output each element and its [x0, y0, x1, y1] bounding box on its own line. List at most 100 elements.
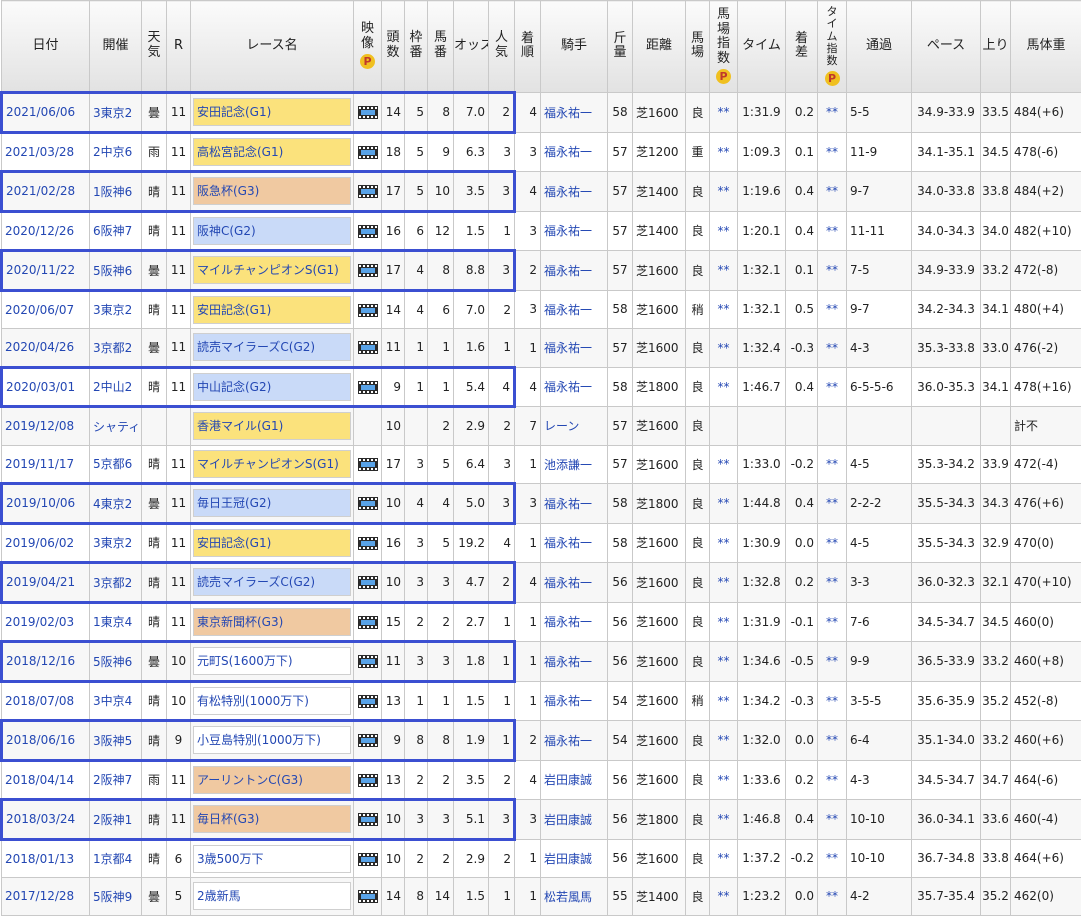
time-index-link[interactable]: ** [818, 721, 847, 761]
header-time[interactable]: タイム [738, 1, 786, 93]
time-index-link[interactable]: ** [818, 681, 847, 721]
time-index-link[interactable]: ** [818, 251, 847, 291]
video-cell[interactable] [354, 251, 382, 291]
video-cell[interactable] [354, 642, 382, 682]
video-cell[interactable] [354, 172, 382, 212]
jockey-link[interactable]: 福永祐一 [541, 172, 608, 212]
jockey-link[interactable]: 福永祐一 [541, 211, 608, 251]
track-index-link[interactable]: ** [710, 93, 738, 133]
jockey-link[interactable]: 福永祐一 [541, 93, 608, 133]
race-name-label[interactable]: 有松特別(1000万下) [193, 687, 351, 715]
race-name-label[interactable]: マイルチャンピオンS(G1) [193, 450, 351, 478]
race-name-link[interactable]: マイルチャンピオンS(G1) [191, 251, 354, 291]
venue-link[interactable]: 3京都2 [90, 563, 142, 603]
video-film-icon[interactable] [358, 381, 378, 394]
track-index-link[interactable]: ** [710, 290, 738, 329]
video-film-icon[interactable] [358, 655, 378, 668]
race-date-link[interactable]: 2019/02/03 [2, 602, 90, 642]
venue-link[interactable]: 3東京2 [90, 523, 142, 563]
time-index-link[interactable]: ** [818, 93, 847, 133]
header-distance[interactable]: 距離 [633, 1, 686, 93]
jockey-link[interactable]: 福永祐一 [541, 523, 608, 563]
time-index-link[interactable]: ** [818, 642, 847, 682]
venue-link[interactable]: 1東京4 [90, 602, 142, 642]
time-index-link[interactable]: ** [818, 445, 847, 484]
video-cell[interactable] [354, 484, 382, 524]
time-index-link[interactable]: ** [818, 760, 847, 800]
time-index-link[interactable]: ** [818, 172, 847, 212]
track-index-link[interactable]: ** [710, 211, 738, 251]
race-name-label[interactable]: 安田記念(G1) [193, 296, 351, 324]
race-date-link[interactable]: 2019/12/08 [2, 407, 90, 446]
venue-link[interactable]: 2阪神1 [90, 800, 142, 840]
race-name-link[interactable]: 有松特別(1000万下) [191, 681, 354, 721]
race-date-link[interactable]: 2018/12/16 [2, 642, 90, 682]
race-date-link[interactable]: 2018/07/08 [2, 681, 90, 721]
race-date-link[interactable]: 2021/03/28 [2, 132, 90, 172]
race-date-link[interactable]: 2020/06/07 [2, 290, 90, 329]
header-video[interactable]: 映像P [354, 1, 382, 93]
race-name-label[interactable]: 毎日杯(G3) [193, 805, 351, 833]
race-date-link[interactable]: 2020/11/22 [2, 251, 90, 291]
race-name-link[interactable]: 元町S(1600万下) [191, 642, 354, 682]
venue-link[interactable]: 4東京2 [90, 484, 142, 524]
race-name-label[interactable]: 2歳新馬 [193, 882, 351, 910]
race-name-label[interactable]: 毎日王冠(G2) [193, 489, 351, 517]
race-name-label[interactable]: マイルチャンピオンS(G1) [193, 256, 351, 284]
venue-link[interactable]: 2中山2 [90, 367, 142, 407]
time-index-link[interactable]: ** [818, 523, 847, 563]
header-r[interactable]: R [167, 1, 191, 93]
jockey-link[interactable]: 福永祐一 [541, 602, 608, 642]
race-date-link[interactable]: 2020/03/01 [2, 367, 90, 407]
track-index-link[interactable]: ** [710, 172, 738, 212]
track-index-link[interactable]: ** [710, 800, 738, 840]
venue-link[interactable]: 2阪神7 [90, 760, 142, 800]
header-heads[interactable]: 頭数 [382, 1, 405, 93]
header-weather[interactable]: 天気 [142, 1, 167, 93]
video-film-icon[interactable] [358, 890, 378, 903]
race-name-label[interactable]: 安田記念(G1) [193, 98, 351, 126]
time-index-link[interactable]: ** [818, 839, 847, 878]
header-date[interactable]: 日付 [2, 1, 90, 93]
time-index-link[interactable] [818, 407, 847, 446]
race-name-link[interactable]: 阪急杯(G3) [191, 172, 354, 212]
video-film-icon[interactable] [358, 497, 378, 510]
race-date-link[interactable]: 2020/12/26 [2, 211, 90, 251]
video-cell[interactable] [354, 367, 382, 407]
race-name-link[interactable]: 高松宮記念(G1) [191, 132, 354, 172]
video-film-icon[interactable] [358, 185, 378, 198]
race-name-label[interactable]: 高松宮記念(G1) [193, 138, 351, 166]
race-name-label[interactable]: 元町S(1600万下) [193, 647, 351, 675]
video-cell[interactable] [354, 407, 382, 446]
jockey-link[interactable]: 福永祐一 [541, 642, 608, 682]
p-badge-icon[interactable]: P [716, 69, 731, 84]
jockey-link[interactable]: 岩田康誠 [541, 800, 608, 840]
video-film-icon[interactable] [358, 537, 378, 550]
venue-link[interactable]: 6阪神7 [90, 211, 142, 251]
time-index-link[interactable]: ** [818, 290, 847, 329]
video-cell[interactable] [354, 523, 382, 563]
race-date-link[interactable]: 2018/06/16 [2, 721, 90, 761]
header-time-index[interactable]: タイム指数P [818, 1, 847, 93]
track-index-link[interactable] [710, 407, 738, 446]
race-date-link[interactable]: 2019/04/21 [2, 563, 90, 603]
jockey-link[interactable]: 福永祐一 [541, 563, 608, 603]
jockey-link[interactable]: 岩田康誠 [541, 839, 608, 878]
track-index-link[interactable]: ** [710, 681, 738, 721]
time-index-link[interactable]: ** [818, 132, 847, 172]
video-cell[interactable] [354, 760, 382, 800]
time-index-link[interactable]: ** [818, 602, 847, 642]
video-cell[interactable] [354, 563, 382, 603]
race-name-link[interactable]: 小豆島特別(1000万下) [191, 721, 354, 761]
track-index-link[interactable]: ** [710, 839, 738, 878]
race-name-link[interactable]: 2歳新馬 [191, 878, 354, 916]
video-cell[interactable] [354, 878, 382, 916]
video-film-icon[interactable] [358, 304, 378, 317]
video-cell[interactable] [354, 211, 382, 251]
video-film-icon[interactable] [358, 576, 378, 589]
time-index-link[interactable]: ** [818, 800, 847, 840]
video-cell[interactable] [354, 602, 382, 642]
p-badge-icon[interactable]: P [360, 54, 375, 69]
race-date-link[interactable]: 2018/01/13 [2, 839, 90, 878]
race-date-link[interactable]: 2019/11/17 [2, 445, 90, 484]
